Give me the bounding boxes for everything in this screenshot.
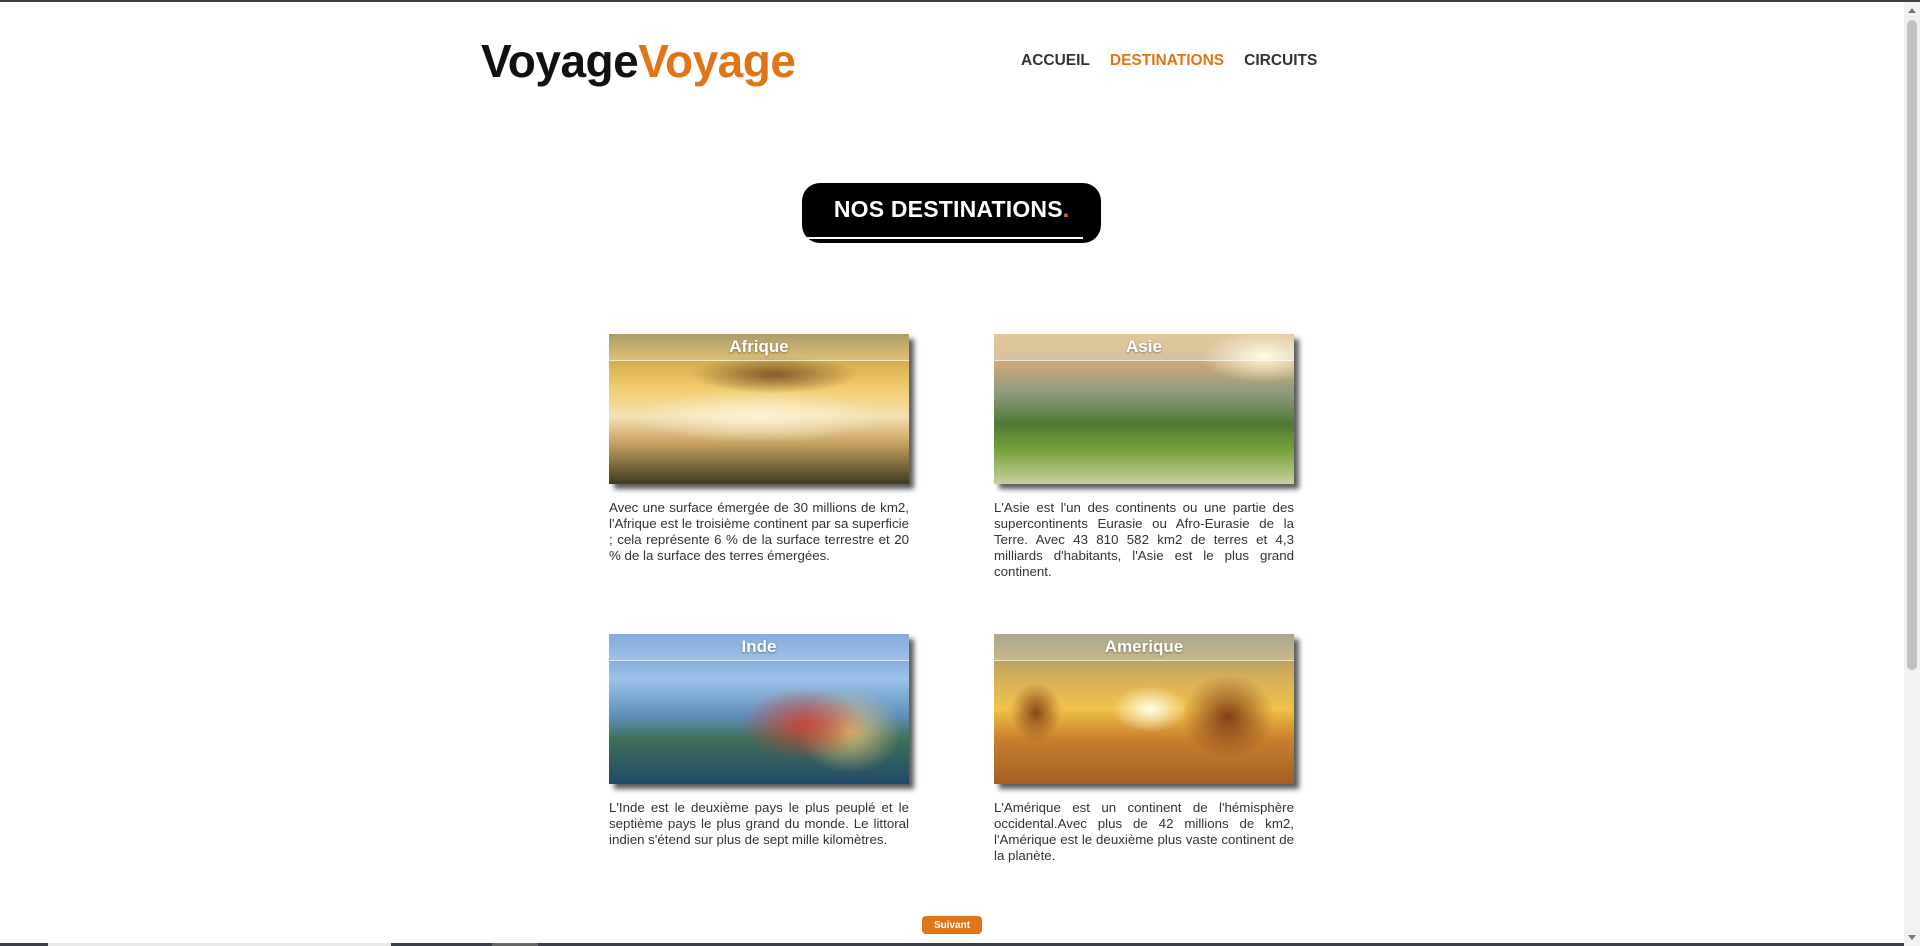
- section-title-text: NOS DESTINATIONS: [833, 195, 1063, 222]
- image-label-bar: Inde: [609, 634, 909, 661]
- nav-item-accueil[interactable]: ACCUEIL: [1021, 52, 1090, 70]
- destination-label: Asie: [1126, 337, 1162, 356]
- destination-description: L'Inde est le deuxième pays le plus peup…: [609, 800, 909, 847]
- section-title: NOS DESTINATIONS.: [802, 183, 1101, 243]
- destination-card-inde[interactable]: Inde L'Inde est le deuxième pays le plus…: [609, 634, 909, 848]
- logo-part-1: Voyage: [481, 35, 639, 87]
- destination-image-afrique[interactable]: Afrique: [609, 334, 909, 484]
- scroll-up-arrow-icon[interactable]: [1908, 8, 1916, 13]
- destination-description: Avec une surface émergée de 30 millions …: [609, 500, 909, 563]
- scroll-down-arrow-icon[interactable]: [1908, 935, 1916, 940]
- destination-label: Afrique: [729, 337, 789, 356]
- nav-item-circuits[interactable]: CIRCUITS: [1244, 52, 1317, 70]
- vertical-scrollbar[interactable]: [1904, 2, 1920, 946]
- scrollbar-thumb[interactable]: [1907, 20, 1917, 670]
- destination-description: L'Asie est l'un des continents ou une pa…: [994, 500, 1294, 579]
- logo-part-2: Voyage: [638, 35, 796, 87]
- destination-image-inde[interactable]: Inde: [609, 634, 909, 784]
- destination-label: Amerique: [1104, 637, 1184, 656]
- destination-image-asie[interactable]: Asie: [994, 334, 1294, 484]
- logo[interactable]: VoyageVoyage: [481, 32, 796, 90]
- main-nav: ACCUEIL DESTINATIONS CIRCUITS: [1021, 52, 1317, 70]
- image-label-bar: Afrique: [609, 334, 909, 361]
- destination-description: L'Amérique est un continent de l'hémisph…: [994, 800, 1294, 863]
- destination-label: Inde: [741, 637, 777, 656]
- destination-card-asie[interactable]: Asie L'Asie est l'un des continents ou u…: [994, 334, 1294, 580]
- destination-image-amerique[interactable]: Amerique: [994, 634, 1294, 784]
- section-title-dot: .: [1062, 195, 1070, 222]
- next-button[interactable]: Suivant: [922, 916, 982, 934]
- destination-card-afrique[interactable]: Afrique Avec une surface émergée de 30 m…: [609, 334, 909, 564]
- destination-card-amerique[interactable]: Amerique L'Amérique est un continent de …: [994, 634, 1294, 864]
- nav-item-destinations[interactable]: DESTINATIONS: [1110, 52, 1224, 70]
- image-label-bar: Asie: [994, 334, 1294, 361]
- image-label-bar: Amerique: [994, 634, 1294, 661]
